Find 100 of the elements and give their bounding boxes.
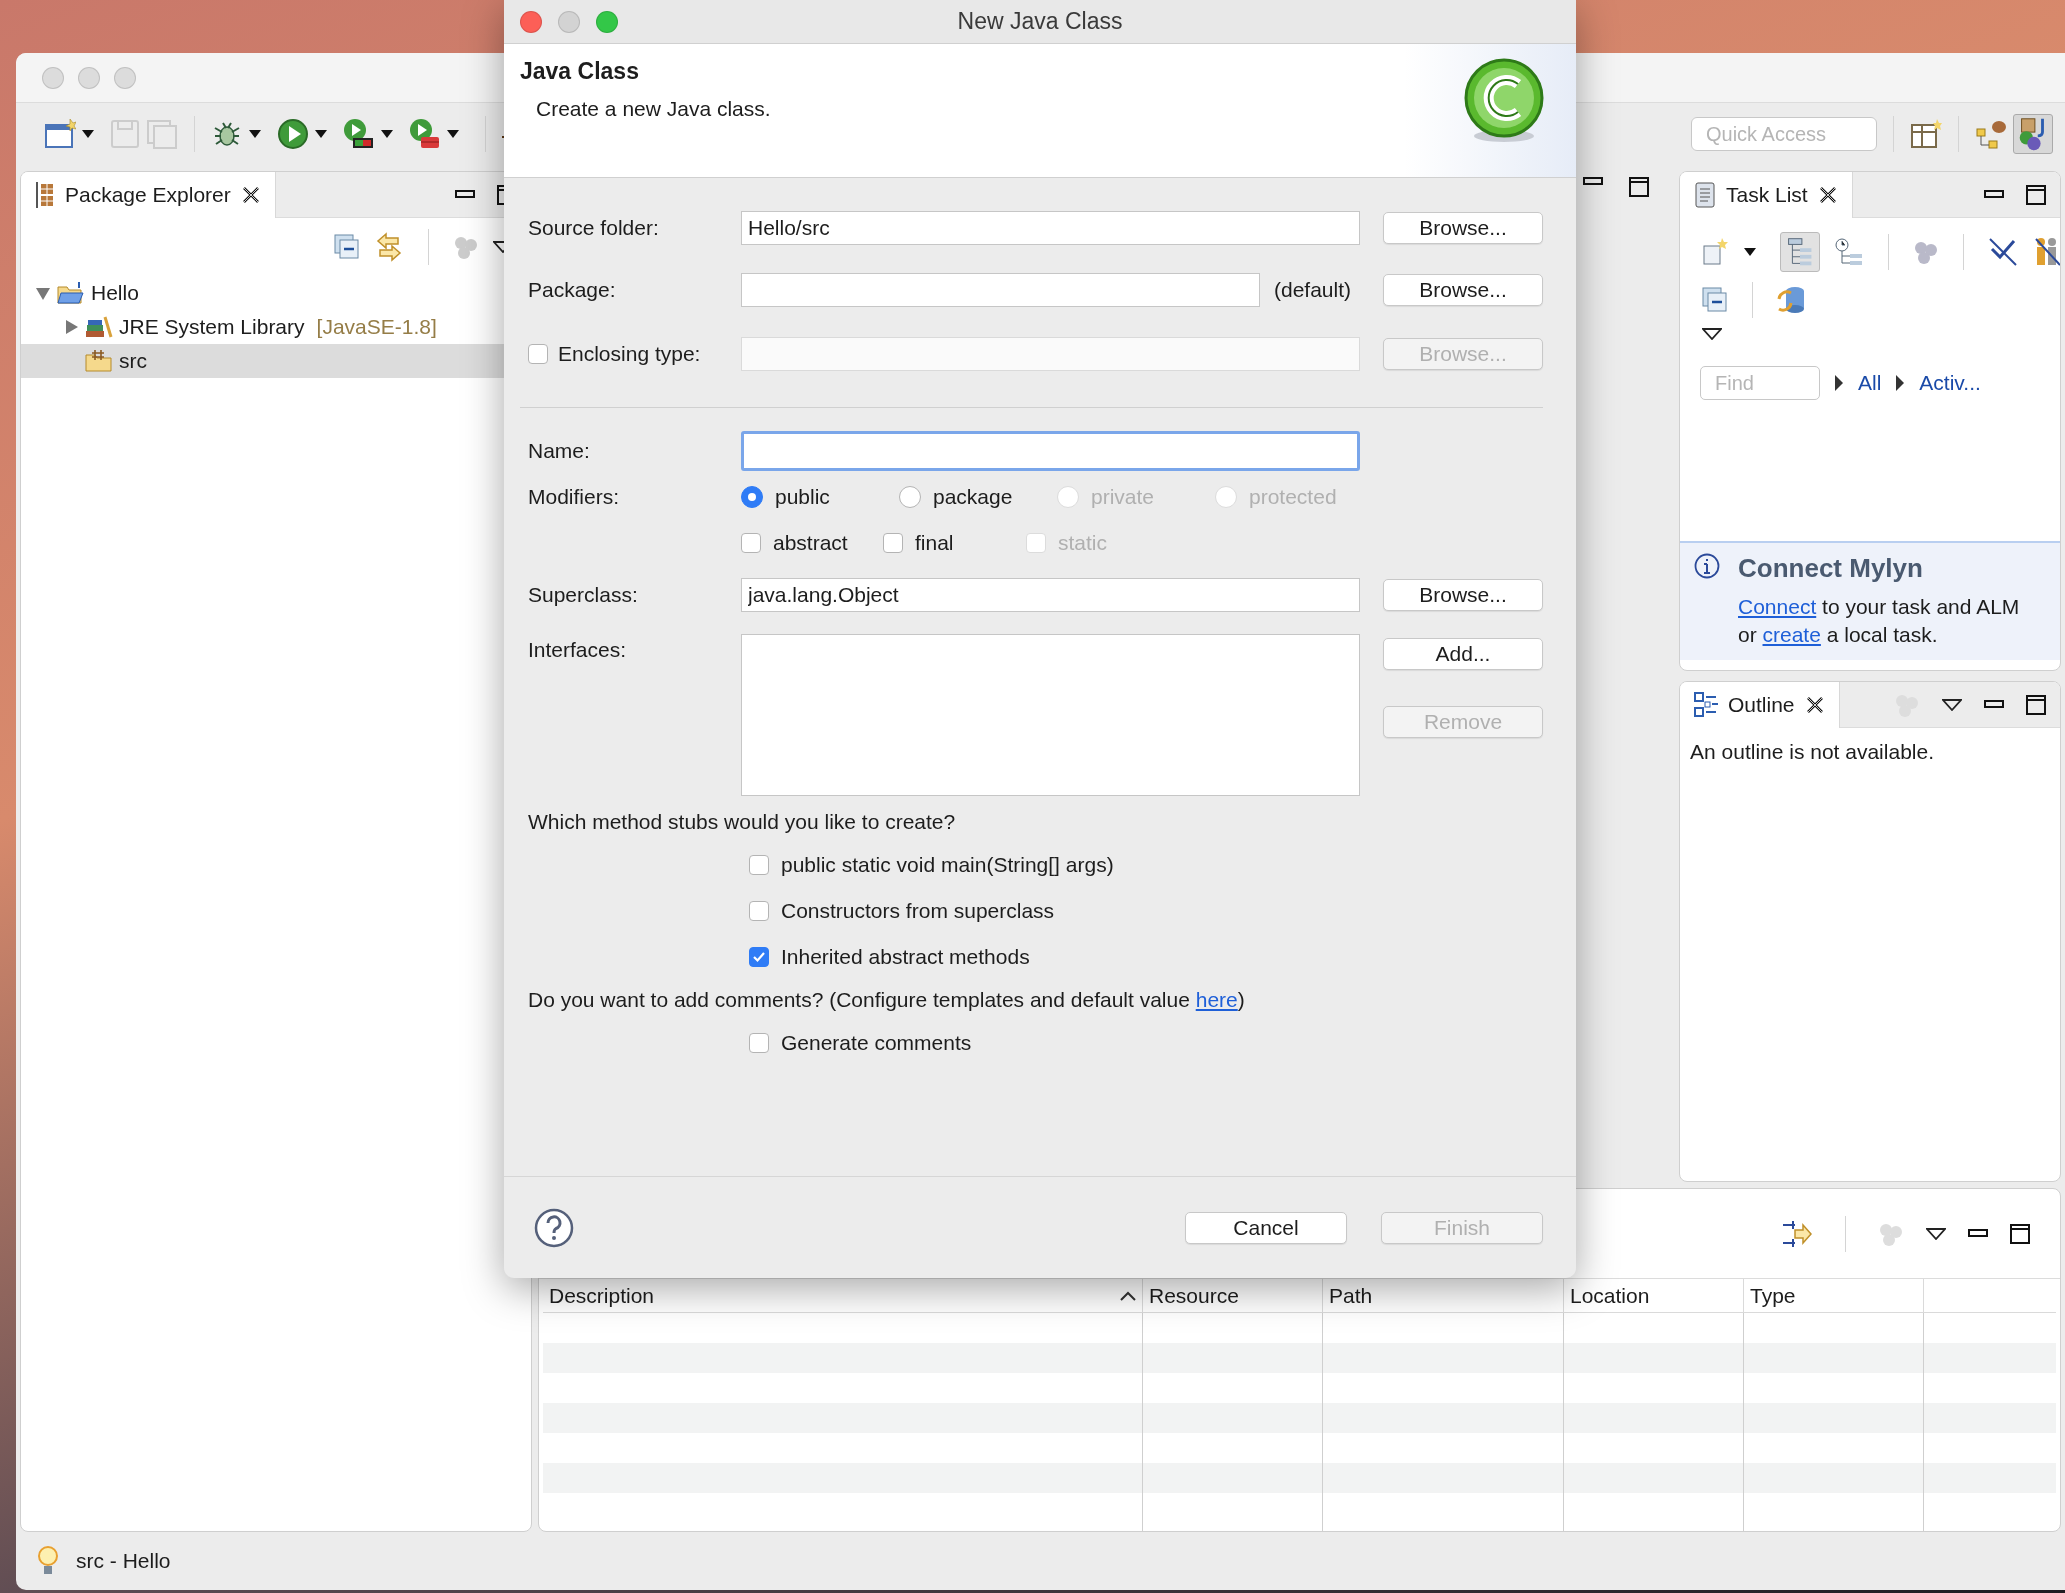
expanded-arrow-icon[interactable] [35, 285, 51, 301]
collapse-all-icon[interactable] [334, 234, 360, 260]
caret-icon[interactable] [82, 130, 94, 138]
open-perspective-icon[interactable] [1910, 119, 1942, 149]
sync-database-icon[interactable] [1777, 285, 1807, 315]
column-header[interactable]: Location [1564, 1279, 1744, 1312]
checkbox-label: Constructors from superclass [781, 899, 1055, 923]
maximize-icon[interactable] [1629, 177, 1649, 197]
coverage-run-icon[interactable] [343, 118, 375, 150]
checkbox[interactable] [749, 855, 769, 875]
collapse-all-icon[interactable] [1702, 287, 1728, 313]
source-folder-icon [85, 349, 113, 373]
expand-arrow-icon [1834, 374, 1844, 392]
notice-link[interactable]: create [1762, 623, 1821, 646]
dialog-close-control[interactable] [520, 11, 542, 33]
view-menu-icon[interactable] [1926, 1227, 1946, 1240]
lightbulb-icon [38, 1545, 58, 1577]
link-with-editor-icon[interactable] [374, 232, 404, 262]
maximize-icon[interactable] [2026, 694, 2046, 715]
tab-title: Task List [1726, 182, 1808, 207]
tree-item[interactable]: JRE System Library [JavaSE-1.8] [21, 310, 531, 344]
view-tab[interactable]: Package Explorer [21, 172, 276, 218]
wizard-heading: Java Class [520, 58, 640, 85]
scheduled-icon[interactable] [1834, 237, 1864, 267]
close-icon[interactable] [1804, 694, 1825, 715]
java-perspective-icon[interactable] [2013, 114, 2053, 154]
browse-button[interactable]: Browse... [1383, 274, 1543, 306]
name-field[interactable] [741, 431, 1360, 471]
column-header[interactable]: Description [543, 1279, 1143, 1312]
field-label: Interfaces: [528, 637, 628, 663]
hierarchy-icon[interactable] [1975, 119, 2007, 149]
radio-button[interactable] [899, 486, 921, 508]
caret-icon[interactable] [381, 130, 393, 138]
checkbox-label: public static void main(String[] args) [781, 853, 1114, 877]
checkbox[interactable] [741, 533, 761, 553]
caret-icon[interactable] [315, 130, 327, 138]
browse-button[interactable]: Browse... [1383, 579, 1543, 611]
collapsed-arrow-icon[interactable] [63, 319, 79, 335]
tree-item-label: src [119, 349, 147, 373]
superclass-field[interactable]: java.lang.Object [741, 578, 1360, 612]
caret-icon[interactable] [447, 130, 459, 138]
wizard-description: Create a new Java class. [535, 97, 772, 121]
browse-button[interactable]: Browse... [1383, 212, 1543, 244]
focus-arrow-icon[interactable] [1781, 1218, 1813, 1249]
external-tools-icon[interactable] [409, 118, 441, 150]
column-header[interactable]: Type [1744, 1279, 1924, 1312]
caret-icon[interactable] [249, 130, 261, 138]
checkbox[interactable] [749, 1033, 769, 1053]
quick-access-field[interactable]: Quick Access [1691, 117, 1877, 151]
minimize-icon[interactable] [1968, 1229, 1988, 1238]
hide-completed-icon[interactable] [1988, 237, 2018, 267]
dialog-zoom-control[interactable] [596, 11, 618, 33]
find-field[interactable]: Find [1700, 366, 1820, 400]
people-icon[interactable] [2032, 237, 2060, 267]
comments-question: Do you want to add comments? (Configure templates and default value here) [528, 987, 1245, 1013]
close-icon[interactable] [240, 184, 261, 205]
package-field[interactable] [741, 273, 1260, 307]
column-header[interactable]: Resource [1143, 1279, 1323, 1312]
caret-icon[interactable] [1744, 248, 1756, 256]
filter-link[interactable]: All [1834, 371, 1882, 395]
checkbox-label: final [915, 531, 954, 555]
tab-title: Package Explorer [65, 182, 231, 207]
minimize-icon[interactable] [1984, 700, 2004, 709]
templates-link[interactable]: here [1195, 988, 1238, 1011]
new-window-icon[interactable] [44, 119, 76, 149]
column-header[interactable]: Path [1323, 1279, 1564, 1312]
checkbox-label: Enclosing type: [558, 342, 701, 366]
view-tab[interactable]: Task List [1680, 172, 1853, 218]
view-menu-icon[interactable] [1942, 698, 1962, 711]
checkbox-label: Generate comments [781, 1031, 972, 1055]
source-folder-field[interactable]: Hello/src [741, 211, 1360, 245]
tab-title: Outline [1728, 692, 1795, 717]
outline-message: An outline is not available. [1689, 739, 1935, 765]
help-icon[interactable] [534, 1207, 574, 1248]
package-explorer-icon [35, 181, 55, 208]
maximize-icon[interactable] [2010, 1223, 2030, 1244]
field-label: Superclass: [528, 583, 639, 607]
minimize-icon[interactable] [1583, 177, 1603, 186]
radio-label: private [1091, 485, 1155, 509]
maximize-icon[interactable] [2026, 184, 2046, 205]
checkbox[interactable] [749, 901, 769, 921]
field-label: Package: [528, 278, 617, 302]
notice-link[interactable]: Connect [1738, 595, 1817, 618]
dialog-button[interactable]: Cancel [1185, 1211, 1347, 1244]
default-package-label: (default) [1274, 278, 1352, 302]
checkbox[interactable] [749, 947, 769, 967]
filter-link[interactable]: Activ... [1895, 371, 1981, 395]
radio-button[interactable] [741, 486, 763, 508]
outline-icon [1694, 691, 1718, 718]
minimize-icon[interactable] [1984, 190, 2004, 199]
field-label: Source folder: [528, 216, 660, 240]
checkbox[interactable] [883, 533, 903, 553]
radio-label: protected [1249, 485, 1337, 509]
view-menu-icon[interactable] [1702, 328, 1722, 340]
categorized-icon[interactable] [1780, 232, 1820, 272]
view-tab[interactable]: Outline [1680, 682, 1840, 728]
run-icon[interactable] [277, 118, 309, 150]
close-icon[interactable] [1817, 184, 1838, 205]
minimize-icon[interactable] [455, 190, 475, 199]
interface-button[interactable]: Add... [1383, 638, 1543, 670]
